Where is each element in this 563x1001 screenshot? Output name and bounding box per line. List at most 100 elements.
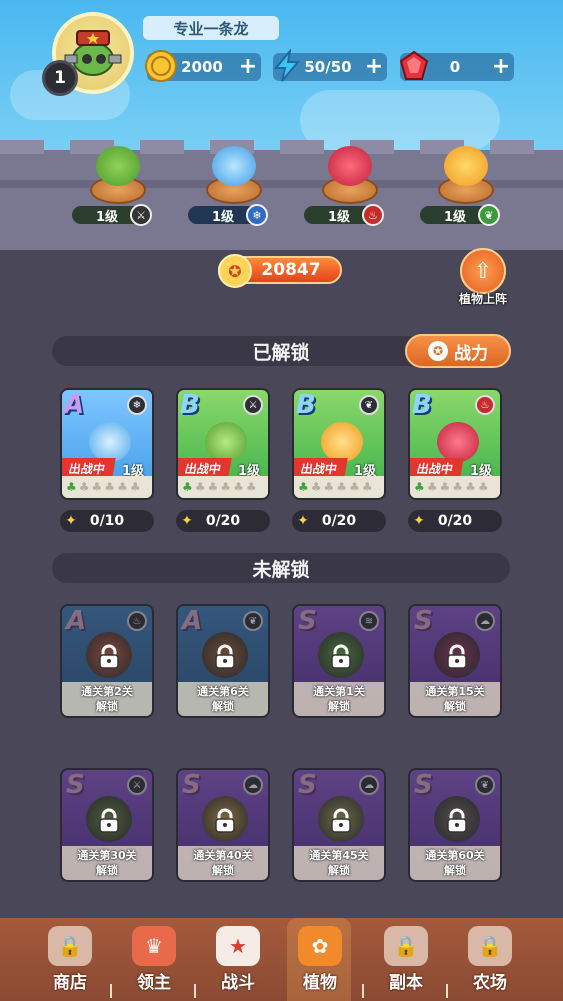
wall-slot[interactable]: 1级 ❄ bbox=[188, 140, 278, 232]
unlock-requirement: 通关第60关 解锁 bbox=[410, 846, 500, 880]
locked-section-title: 未解锁 bbox=[52, 553, 510, 583]
player-level-badge: 1 bbox=[42, 60, 78, 96]
plant-card[interactable]: A ❄ 出战中 1级 ♣ ♣ ♣ ♣ ♣ ♣ bbox=[60, 388, 154, 500]
add-gold-button[interactable]: + bbox=[235, 53, 261, 81]
unlock-requirement: 通关第45关 解锁 bbox=[294, 846, 384, 880]
power-icon: ✪ bbox=[428, 341, 448, 361]
sword-icon: ⚔ bbox=[243, 395, 263, 415]
lock-icon bbox=[447, 808, 467, 833]
in-battle-tag: 出战中 bbox=[410, 458, 464, 478]
nav-tab-shop[interactable]: 🔒 商店 bbox=[30, 918, 110, 1001]
requirement-text: 通关第45关 bbox=[309, 849, 369, 862]
sunflower-portrait bbox=[321, 422, 363, 462]
fragment-progress: ✦ 0/20 bbox=[408, 510, 502, 532]
unlock-requirement: 通关第6关 解锁 bbox=[178, 682, 268, 716]
puzzle-piece-icon: ✦ bbox=[413, 513, 425, 529]
energy-bolt-icon bbox=[269, 48, 305, 84]
wall-slot[interactable]: 1级 ♨ bbox=[304, 140, 394, 232]
leaf-icon: ❦ bbox=[359, 395, 379, 415]
unlock-requirement: 通关第15关 解锁 bbox=[410, 682, 500, 716]
plant-card[interactable]: B ❦ 出战中 1级 ♣ ♣ ♣ ♣ ♣ ♣ bbox=[292, 388, 386, 500]
lock-icon bbox=[99, 644, 119, 669]
lock-icon bbox=[215, 644, 235, 669]
locked-plant-card[interactable]: S ≋ 通关第1关 解锁 bbox=[292, 604, 386, 718]
nav-tab-dungeon[interactable]: 🔒 副本 bbox=[366, 918, 446, 1001]
star-rating: ♣ ♣ ♣ ♣ ♣ ♣ bbox=[178, 476, 268, 498]
total-power: ✪ 20847 bbox=[218, 254, 342, 288]
ice-shroom-plant bbox=[212, 146, 256, 186]
star-rating: ♣ ♣ ♣ ♣ ♣ ♣ bbox=[410, 476, 500, 498]
locked-plant-card[interactable]: S ☁ 通关第15关 解锁 bbox=[408, 604, 502, 718]
unlock-word: 解锁 bbox=[212, 864, 234, 877]
add-energy-button[interactable]: + bbox=[361, 53, 387, 81]
tab-label: 副本 bbox=[389, 973, 423, 993]
lock-icon bbox=[331, 644, 351, 669]
deploy-label: 植物上阵 bbox=[458, 292, 507, 306]
fire-icon: ♨ bbox=[362, 204, 384, 226]
nav-tab-plants[interactable]: ✿ 植物 bbox=[280, 918, 360, 1001]
cherry-bomb-plant bbox=[328, 146, 372, 186]
sort-by-power-button[interactable]: ✪ 战力 bbox=[405, 334, 511, 368]
requirement-text: 通关第40关 bbox=[193, 849, 253, 862]
tab-label: 农场 bbox=[473, 973, 507, 993]
lord-icon: ♛ bbox=[132, 926, 176, 966]
puzzle-piece-icon: ✦ bbox=[65, 513, 77, 529]
locked-plant-card[interactable]: S ☁ 通关第40关 解锁 bbox=[176, 768, 270, 882]
locked-plant-card[interactable]: S ☁ 通关第45关 解锁 bbox=[292, 768, 386, 882]
deploy-plants-button[interactable]: ⇧ 植物上阵 bbox=[452, 248, 514, 312]
plant-icon: ✿ bbox=[298, 926, 342, 966]
locked-plant-card[interactable]: A ♨ 通关第2关 解锁 bbox=[60, 604, 154, 718]
plant-card[interactable]: B ♨ 出战中 1级 ♣ ♣ ♣ ♣ ♣ ♣ bbox=[408, 388, 502, 500]
puzzle-piece-icon: ✦ bbox=[181, 513, 193, 529]
fire-icon: ♨ bbox=[475, 395, 495, 415]
requirement-text: 通关第30关 bbox=[77, 849, 137, 862]
unlock-word: 解锁 bbox=[96, 700, 118, 713]
gold-resource[interactable]: 2000 + bbox=[145, 50, 261, 82]
in-battle-tag: 出战中 bbox=[62, 458, 116, 478]
battle-icon: ★ bbox=[216, 926, 260, 966]
requirement-text: 通关第1关 bbox=[313, 685, 365, 698]
gatling-pea-portrait bbox=[205, 422, 247, 462]
nav-tab-battle[interactable]: ★ 战斗 bbox=[198, 918, 278, 1001]
cherry-bomb-portrait bbox=[437, 422, 479, 462]
requirement-text: 通关第2关 bbox=[81, 685, 133, 698]
lock-icon: 🔒 bbox=[468, 926, 512, 966]
lock-icon: 🔒 bbox=[48, 926, 92, 966]
sunflower-plant bbox=[444, 146, 488, 186]
unlock-requirement: 通关第2关解锁 bbox=[62, 682, 152, 716]
nav-tab-lord[interactable]: ♛ 领主 bbox=[114, 918, 194, 1001]
locked-plant-card[interactable]: A ❦ 通关第6关 解锁 bbox=[176, 604, 270, 718]
player-name[interactable]: 专业一条龙 bbox=[143, 16, 279, 40]
card-rank: B bbox=[180, 390, 200, 420]
requirement-text: 通关第60关 bbox=[425, 849, 485, 862]
unlock-requirement: 通关第40关 解锁 bbox=[178, 846, 268, 880]
nav-tab-farm[interactable]: 🔒 农场 bbox=[450, 918, 530, 1001]
unlock-word: 解锁 bbox=[96, 864, 118, 877]
in-battle-tag: 出战中 bbox=[178, 458, 232, 478]
plant-card[interactable]: B ⚔ 出战中 1级 ♣ ♣ ♣ ♣ ♣ ♣ bbox=[176, 388, 270, 500]
star-rating: ♣ ♣ ♣ ♣ ♣ ♣ bbox=[62, 476, 152, 498]
progress-value: 0/20 bbox=[437, 513, 473, 529]
locked-plant-card[interactable]: S ⚔ 通关第30关 解锁 bbox=[60, 768, 154, 882]
wall-slot[interactable]: 1级 ❦ bbox=[420, 140, 510, 232]
lock-icon bbox=[99, 808, 119, 833]
progress-value: 0/20 bbox=[205, 513, 241, 529]
requirement-text: 通关第15关 bbox=[425, 685, 485, 698]
card-rank: B bbox=[296, 390, 316, 420]
add-gem-button[interactable]: + bbox=[488, 53, 514, 81]
snowflake-icon: ❄ bbox=[127, 395, 147, 415]
gold-coin-icon bbox=[143, 48, 179, 84]
red-gem-icon bbox=[396, 48, 432, 84]
unlock-word: 解锁 bbox=[328, 700, 350, 713]
leaf-icon: ❦ bbox=[478, 204, 500, 226]
puzzle-piece-icon: ✦ bbox=[297, 513, 309, 529]
unlock-word: 解锁 bbox=[212, 700, 234, 713]
gem-resource[interactable]: 0 + bbox=[399, 50, 514, 81]
wall-slot[interactable]: 1级 ⚔ bbox=[72, 140, 162, 232]
energy-resource[interactable]: 50/50 + bbox=[273, 49, 387, 82]
locked-plant-card[interactable]: S ❦ 通关第60关 解锁 bbox=[408, 768, 502, 882]
fragment-progress: ✦ 0/10 bbox=[60, 510, 154, 532]
unlock-requirement: 通关第30关 解锁 bbox=[62, 846, 152, 880]
lock-icon bbox=[215, 808, 235, 833]
fragment-progress: ✦ 0/20 bbox=[176, 510, 270, 532]
